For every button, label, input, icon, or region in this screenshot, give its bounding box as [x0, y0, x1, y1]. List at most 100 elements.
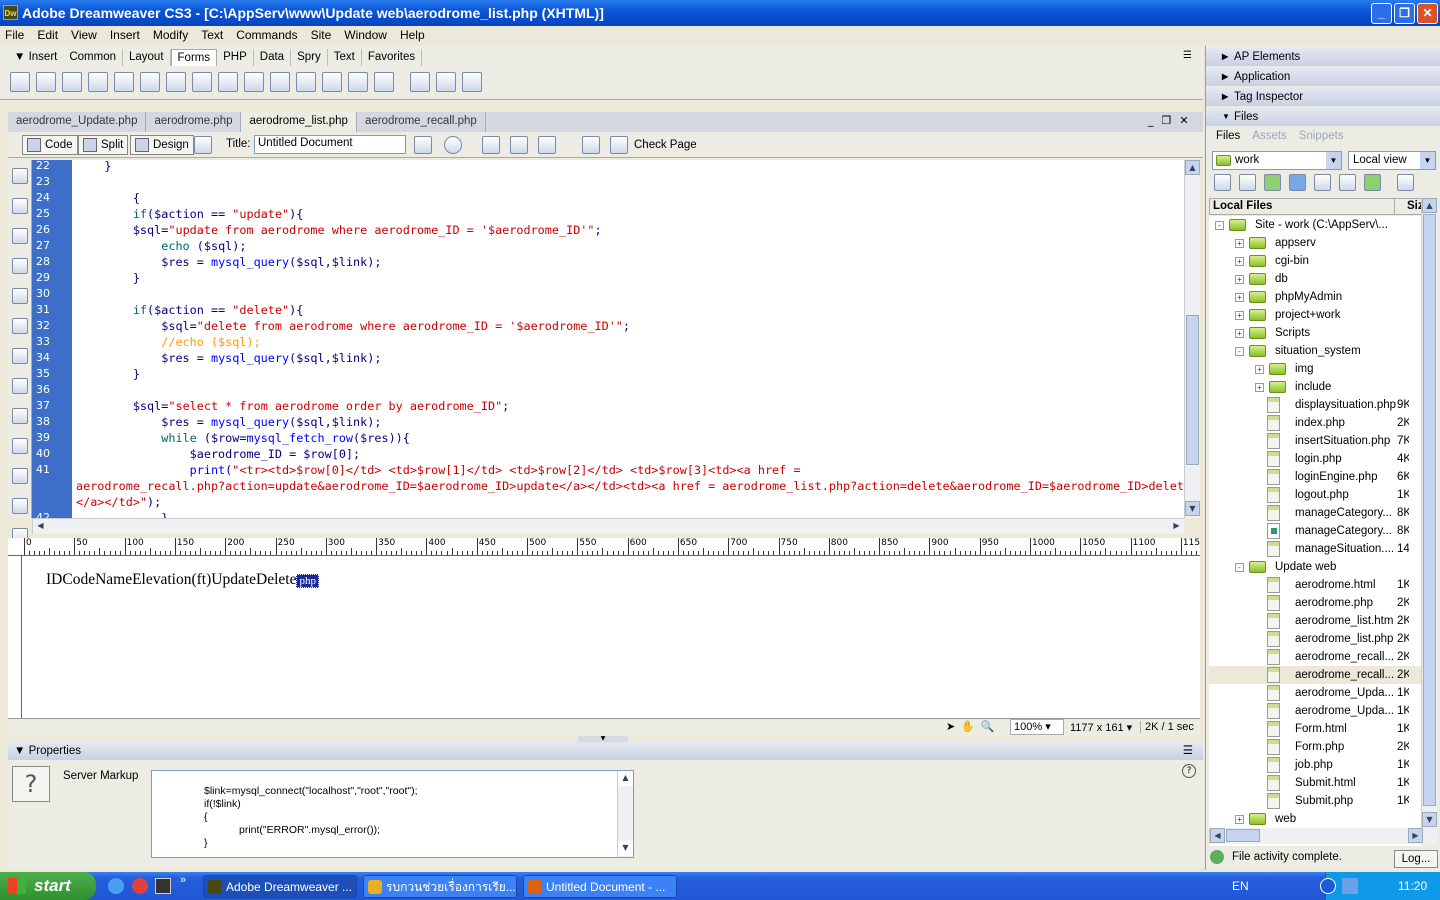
file-item[interactable]: aerodrome_recall... 2K — [1209, 648, 1421, 666]
code-vscrollbar[interactable]: ▲ ▼ — [1184, 160, 1200, 518]
folder-item[interactable]: - Site - work (C:\AppServ\... — [1209, 216, 1421, 234]
taskbar-window-button[interactable]: Untitled Document - ... — [523, 875, 677, 898]
document-tab[interactable]: aerodrome_Update.php — [8, 112, 147, 132]
file-item[interactable]: manageSituation....14K — [1209, 540, 1421, 558]
collapse-icon[interactable]: - — [1235, 347, 1244, 356]
code-hscrollbar[interactable]: ◀ ▶ — [32, 518, 1184, 534]
remove-comment-icon[interactable] — [12, 438, 28, 454]
menu-view[interactable]: View — [71, 26, 97, 44]
code-line[interactable]: while ($row=mysql_fetch_row($res)){ — [76, 430, 410, 446]
button-icon[interactable] — [296, 72, 316, 92]
file-tree-scrollbar[interactable]: ▲ ▼ — [1421, 198, 1437, 828]
network-icon[interactable] — [1342, 878, 1358, 894]
file-field-icon[interactable] — [270, 72, 290, 92]
menu-text[interactable]: Text — [201, 26, 223, 44]
scroll-up-icon[interactable]: ▲ — [618, 771, 633, 786]
collapse-full-tag-icon[interactable] — [12, 198, 28, 214]
collapse-icon[interactable]: - — [1215, 221, 1224, 230]
folder-item[interactable]: + project+work — [1209, 306, 1421, 324]
file-tree-hscrollbar[interactable]: ◀ ▶ — [1209, 828, 1437, 844]
open-documents-icon[interactable] — [12, 168, 28, 184]
code-line[interactable]: } — [76, 270, 140, 286]
get-files-icon[interactable] — [1264, 174, 1281, 191]
code-line[interactable]: if($action == "delete"){ — [76, 302, 304, 318]
menu-insert[interactable]: Insert — [110, 26, 140, 44]
scroll-up-icon[interactable]: ▲ — [1185, 160, 1200, 175]
file-item[interactable]: displaysituation.php 9K — [1209, 396, 1421, 414]
ap-elements-panel-header[interactable]: ▶ AP Elements — [1206, 48, 1440, 66]
menu-window[interactable]: Window — [344, 26, 387, 44]
view-options-icon[interactable] — [510, 136, 528, 154]
expand-panel-icon[interactable] — [1397, 174, 1414, 191]
wrap-tag-icon[interactable] — [12, 468, 28, 484]
spry-validation-text-icon[interactable] — [374, 72, 394, 92]
files-tab-assets[interactable]: Assets — [1246, 128, 1293, 144]
server-markup-code[interactable]: $link=mysql_connect("localhost","root","… — [151, 770, 634, 858]
scroll-down-icon[interactable]: ▼ — [1422, 812, 1437, 827]
insert-label[interactable]: ▼ Insert — [8, 49, 63, 66]
balance-braces-icon[interactable] — [12, 318, 28, 334]
menu-modify[interactable]: Modify — [153, 26, 188, 44]
folder-item[interactable]: - Update web — [1209, 558, 1421, 576]
expand-all-icon[interactable] — [12, 258, 28, 274]
quicklaunch-app-icon[interactable] — [132, 878, 148, 894]
code-line[interactable]: </a></td>"); — [76, 494, 161, 510]
php-marker[interactable]: php — [296, 574, 319, 588]
code-view-button[interactable]: Code — [22, 135, 78, 155]
refresh-design-icon[interactable] — [482, 136, 500, 154]
document-tab[interactable]: aerodrome_recall.php — [357, 112, 486, 132]
check-page-button[interactable]: Check Page — [610, 135, 697, 155]
file-item[interactable]: Form.html 1K — [1209, 720, 1421, 738]
file-management-icon[interactable] — [414, 136, 432, 154]
folder-item[interactable]: + phpMyAdmin — [1209, 288, 1421, 306]
window-size-select[interactable]: 1177 x 161 ▾ — [1070, 721, 1132, 734]
scroll-thumb[interactable] — [1226, 829, 1260, 842]
check-in-icon[interactable] — [1339, 174, 1356, 191]
split-view-button[interactable]: Split — [78, 135, 129, 155]
code-editor[interactable]: } { if($action == "update"){ $sql="updat… — [72, 160, 1184, 518]
size-header[interactable]: Size — [1394, 199, 1422, 214]
close-button[interactable]: ✕ — [1417, 3, 1438, 24]
folder-item[interactable]: + Scripts — [1209, 324, 1421, 342]
scroll-right-icon[interactable]: ▶ — [1408, 828, 1423, 843]
file-item[interactable]: Form.php 2K — [1209, 738, 1421, 756]
label-icon[interactable] — [322, 72, 342, 92]
jump-menu-icon[interactable] — [218, 72, 238, 92]
validate-markup-icon[interactable] — [582, 136, 600, 154]
scroll-thumb[interactable] — [1186, 315, 1199, 465]
internet-explorer-icon[interactable] — [108, 878, 124, 894]
code-line[interactable]: } — [76, 366, 140, 382]
put-files-icon[interactable] — [1289, 174, 1306, 191]
insert-tab-forms[interactable]: Forms — [170, 49, 218, 66]
zoom-select[interactable]: 100% ▾ — [1010, 719, 1064, 735]
application-panel-header[interactable]: ▶ Application — [1206, 68, 1440, 86]
code-line[interactable]: aerodrome_recall.php?action=update&aerod… — [76, 478, 1184, 494]
line-numbers-icon[interactable] — [12, 348, 28, 364]
file-item[interactable]: index.php 2K — [1209, 414, 1421, 432]
expand-icon[interactable]: + — [1235, 329, 1244, 338]
file-item[interactable]: job.php 1K — [1209, 756, 1421, 774]
highlight-invalid-code-icon[interactable] — [12, 378, 28, 394]
expand-icon[interactable]: + — [1235, 311, 1244, 320]
code-line[interactable]: { — [76, 190, 140, 206]
file-item[interactable]: manageCategory... 8K — [1209, 504, 1421, 522]
expand-icon[interactable]: + — [1255, 383, 1264, 392]
view-select[interactable]: Local view ▼ — [1348, 151, 1436, 170]
menu-file[interactable]: File — [5, 26, 24, 44]
folder-item[interactable]: - situation_system — [1209, 342, 1421, 360]
file-item[interactable]: aerodrome.html 1K — [1209, 576, 1421, 594]
start-button[interactable]: start — [0, 872, 96, 900]
code-line[interactable]: print("<tr><td>$row[0]</td> <td>$row[1]<… — [76, 462, 801, 478]
insert-tab-layout[interactable]: Layout — [123, 49, 171, 66]
file-item[interactable]: Submit.php 1K — [1209, 792, 1421, 810]
expand-icon[interactable]: + — [1255, 365, 1264, 374]
file-item[interactable]: insertSituation.php 7K — [1209, 432, 1421, 450]
spry-validation-checkbox-icon[interactable] — [436, 72, 456, 92]
file-item[interactable]: manageCategory... 8K — [1209, 522, 1421, 540]
doc-minimize-icon[interactable]: _ — [1148, 114, 1154, 127]
folder-item[interactable]: + web — [1209, 810, 1421, 828]
tag-inspector-panel-header[interactable]: ▶ Tag Inspector — [1206, 88, 1440, 106]
site-select[interactable]: work ▼ — [1212, 151, 1342, 170]
image-field-icon[interactable] — [244, 72, 264, 92]
spry-validation-select-icon[interactable] — [410, 72, 430, 92]
